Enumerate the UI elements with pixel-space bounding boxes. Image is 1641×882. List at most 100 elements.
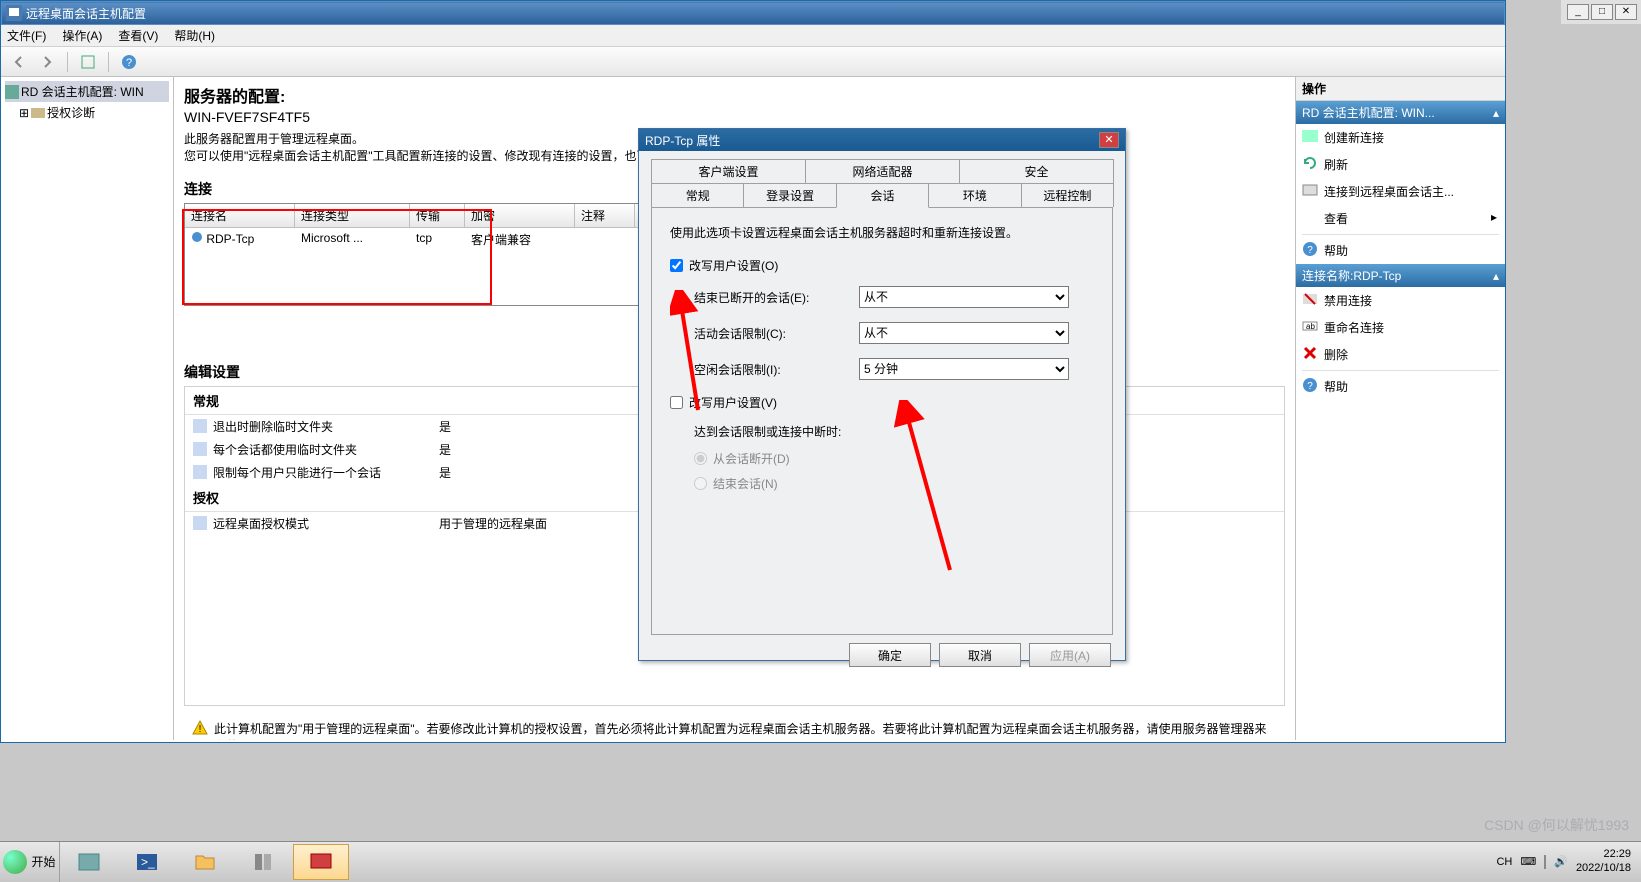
menu-view[interactable]: 查看(V) [118,27,158,44]
tab-login[interactable]: 登录设置 [743,183,836,207]
refresh-button[interactable] [76,50,100,74]
tab-content: 使用此选项卡设置远程桌面会话主机服务器超时和重新连接设置。 改写用户设置(O) … [651,207,1113,635]
warning-icon: ! [192,720,208,736]
speaker-icon[interactable]: 🔊 [1554,855,1568,868]
close-button[interactable]: ✕ [1615,4,1637,20]
col-name[interactable]: 连接名 [185,204,295,227]
cancel-button[interactable]: 取消 [939,643,1021,667]
menu-action[interactable]: 操作(A) [62,27,102,44]
col-enc[interactable]: 加密 [465,204,575,227]
watermark: CSDN @何以解忧1993 [1484,815,1629,835]
back-button[interactable] [7,50,31,74]
ok-button[interactable]: 确定 [849,643,931,667]
disconnected-session-select[interactable]: 从不 [859,286,1069,308]
active-session-select[interactable]: 从不 [859,322,1069,344]
hostname: WIN-FVEF7SF4TF5 [184,109,1285,125]
titlebar: 远程桌面会话主机配置 [1,1,1505,25]
tree-child[interactable]: ⊞ 授权诊断 [5,102,169,123]
help-button[interactable]: ? [117,50,141,74]
action-help-1[interactable]: ? 帮助 [1296,237,1505,264]
system-tray: CH ⌨ 🔊 22:29 2022/10/18 [1496,848,1641,874]
chevron-up-icon[interactable]: ▴ [1493,106,1499,120]
override-check-1[interactable] [670,259,683,272]
idle-session-select[interactable]: 5 分钟 [859,358,1069,380]
config-heading: 服务器的配置: [184,83,1285,107]
flag-icon[interactable] [1544,856,1546,868]
task-powershell[interactable]: >_ [119,844,175,880]
setting-icon [193,442,207,456]
tree-root[interactable]: RD 会话主机配置: WIN [5,81,169,102]
task-rd-config[interactable] [293,844,349,880]
tab-network[interactable]: 网络适配器 [805,159,960,183]
dialog-close-button[interactable]: ✕ [1099,132,1119,148]
limit-reached-label: 达到会话限制或连接中断时: [694,423,1094,440]
minimize-button[interactable]: _ [1567,4,1589,20]
override-check-2[interactable] [670,396,683,409]
rename-icon: ab [1302,318,1318,334]
tab-session[interactable]: 会话 [836,183,929,208]
maximize-button[interactable]: □ [1591,4,1613,20]
help-icon: ? [1302,377,1318,393]
help-icon: ? [1302,241,1318,257]
radio-disconnect: 从会话断开(D) [694,450,1094,467]
radio-disconnect-input [694,452,707,465]
connections-table: 连接名 连接类型 传输 加密 注释 RDP-Tcp Microsoft ... … [184,203,644,306]
menu-file[interactable]: 文件(F) [7,27,46,44]
action-disable[interactable]: 禁用连接 [1296,287,1505,314]
apply-button: 应用(A) [1029,643,1111,667]
svg-text:!: ! [199,724,202,735]
server-icon [5,85,19,99]
action-refresh[interactable]: 刷新 [1296,151,1505,178]
clock-time[interactable]: 22:29 [1603,848,1631,860]
actions-header: 操作 [1296,77,1505,101]
license-icon [31,106,45,120]
action-create-connection[interactable]: 创建新连接 [1296,124,1505,151]
chevron-up-icon[interactable]: ▴ [1493,269,1499,283]
menu-help[interactable]: 帮助(H) [174,27,215,44]
delete-icon [1302,345,1318,361]
start-button[interactable]: 开始 [0,842,60,882]
action-rename[interactable]: ab 重命名连接 [1296,314,1505,341]
task-services[interactable] [235,844,291,880]
radio-end: 结束会话(N) [694,475,1094,492]
action-delete[interactable]: 删除 [1296,341,1505,368]
warning-text: 此计算机配置为"用于管理的远程桌面"。若要修改此计算机的授权设置，首先必须将此计… [214,720,1277,740]
chevron-right-icon: ▸ [1491,210,1497,224]
setting-icon [193,516,207,530]
task-server-manager[interactable] [61,844,117,880]
section-header-1: RD 会话主机配置: WIN... ▴ [1296,101,1505,124]
connect-icon [1302,182,1318,198]
action-view[interactable]: 查看 ▸ [1296,205,1505,232]
tree-child-label: 授权诊断 [47,104,95,121]
ime-indicator[interactable]: CH [1496,856,1512,868]
table-row[interactable]: RDP-Tcp Microsoft ... tcp 客户端兼容 [185,228,643,251]
col-trans[interactable]: 传输 [410,204,465,227]
keyboard-icon[interactable]: ⌨ [1520,855,1536,868]
tab-note: 使用此选项卡设置远程桌面会话主机服务器超时和重新连接设置。 [670,224,1094,241]
tab-environment[interactable]: 环境 [928,183,1021,207]
svg-text:ab: ab [1306,322,1315,331]
tab-security[interactable]: 安全 [959,159,1114,183]
dialog-buttons: 确定 取消 应用(A) [639,635,1125,675]
tree-root-label: RD 会话主机配置: WIN [21,83,144,100]
properties-dialog: RDP-Tcp 属性 ✕ 客户端设置 网络适配器 安全 常规 登录设置 会话 环… [638,128,1126,661]
start-orb-icon [3,850,27,874]
window-title: 远程桌面会话主机配置 [26,5,1500,22]
setting-icon [193,419,207,433]
col-rem[interactable]: 注释 [575,204,635,227]
tab-general[interactable]: 常规 [651,183,744,207]
override-checkbox-2[interactable]: 改写用户设置(V) [670,394,1094,411]
actions-pane: 操作 RD 会话主机配置: WIN... ▴ 创建新连接 刷新 连接到远程桌面会… [1295,77,1505,740]
action-help-2[interactable]: ? 帮助 [1296,373,1505,400]
override-checkbox-1[interactable]: 改写用户设置(O) [670,257,1094,274]
toolbar: ? [1,47,1505,77]
outer-window-controls: _ □ ✕ [1561,0,1641,24]
task-explorer[interactable] [177,844,233,880]
action-connect-remote[interactable]: 连接到远程桌面会话主... [1296,178,1505,205]
app-icon [6,5,22,21]
col-type[interactable]: 连接类型 [295,204,410,227]
tab-remote-control[interactable]: 远程控制 [1021,183,1114,207]
clock-date[interactable]: 2022/10/18 [1576,862,1631,874]
forward-button[interactable] [35,50,59,74]
tab-client[interactable]: 客户端设置 [651,159,806,183]
